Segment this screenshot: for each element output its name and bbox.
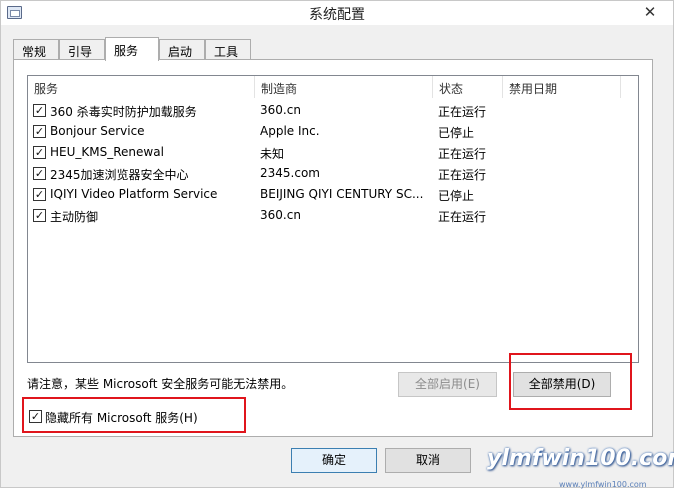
service-status: 正在运行	[438, 168, 487, 182]
service-checkbox[interactable]: ✓	[33, 167, 46, 180]
service-status: 正在运行	[438, 105, 487, 119]
service-vendor: 未知	[260, 147, 285, 161]
service-checkbox[interactable]: ✓	[33, 209, 46, 222]
service-checkbox[interactable]: ✓	[33, 125, 46, 138]
tab-startup[interactable]: 启动	[159, 39, 205, 60]
service-checkbox[interactable]: ✓	[33, 104, 46, 117]
watermark-text: ylmfwin100.com	[487, 446, 674, 471]
list-header: 服务 制造商 状态 禁用日期	[28, 76, 638, 98]
service-vendor: Apple Inc.	[260, 124, 320, 138]
close-button[interactable]: ✕	[633, 1, 667, 23]
service-vendor: 360.cn	[260, 208, 301, 222]
table-row[interactable]: ✓ 360 杀毒实时防护加载服务 360.cn 正在运行	[28, 100, 638, 121]
service-name: Bonjour Service	[50, 124, 145, 138]
service-name: 主动防御	[50, 210, 99, 224]
watermark-subtext: www.ylmfwin100.com	[559, 480, 647, 489]
table-row[interactable]: ✓ 主动防御 360.cn 正在运行	[28, 205, 638, 226]
table-row[interactable]: ✓ 2345加速浏览器安全中心 2345.com 正在运行	[28, 163, 638, 184]
service-checkbox[interactable]: ✓	[33, 146, 46, 159]
ok-button[interactable]: 确定	[291, 448, 377, 473]
services-list[interactable]: 服务 制造商 状态 禁用日期 ✓ 360 杀毒实时防护加载服务 360.cn 正…	[27, 75, 639, 363]
service-vendor: BEIJING QIYI CENTURY SC...	[260, 187, 424, 201]
service-name: IQIYI Video Platform Service	[50, 187, 218, 201]
cancel-button[interactable]: 取消	[385, 448, 471, 473]
table-row[interactable]: ✓ HEU_KMS_Renewal 未知 正在运行	[28, 142, 638, 163]
service-status: 已停止	[438, 189, 475, 203]
service-name: HEU_KMS_Renewal	[50, 145, 164, 159]
tab-general[interactable]: 常规	[13, 39, 59, 60]
tab-services[interactable]: 服务	[105, 37, 159, 61]
watermark-logo: ylmfwin100.com www.ylmfwin100.com	[487, 445, 674, 489]
system-config-window: 系统配置 ✕ 常规 引导 服务 启动 工具 服务 制造商 状态 禁用日期 ✓ 3…	[0, 0, 674, 489]
column-header-disabled-date[interactable]: 禁用日期	[503, 76, 621, 98]
highlight-box-hide-ms	[22, 397, 246, 433]
service-status: 正在运行	[438, 147, 487, 161]
enable-all-button[interactable]: 全部启用(E)	[398, 372, 497, 397]
table-row[interactable]: ✓ Bonjour Service Apple Inc. 已停止	[28, 121, 638, 142]
highlight-box-disable-all	[509, 353, 632, 410]
service-vendor: 360.cn	[260, 103, 301, 117]
security-note: 请注意，某些 Microsoft 安全服务可能无法禁用。	[27, 377, 294, 391]
title-bar: 系统配置 ✕	[1, 1, 673, 25]
service-name: 2345加速浏览器安全中心	[50, 168, 189, 182]
tab-tools[interactable]: 工具	[205, 39, 251, 60]
tab-boot[interactable]: 引导	[59, 39, 105, 60]
service-checkbox[interactable]: ✓	[33, 188, 46, 201]
table-row[interactable]: ✓ IQIYI Video Platform Service BEIJING Q…	[28, 184, 638, 205]
service-vendor: 2345.com	[260, 166, 320, 180]
window-title: 系统配置	[309, 7, 365, 23]
column-header-service[interactable]: 服务	[28, 76, 255, 98]
service-status: 正在运行	[438, 210, 487, 224]
column-header-status[interactable]: 状态	[433, 76, 503, 98]
service-name: 360 杀毒实时防护加载服务	[50, 105, 197, 119]
column-header-vendor[interactable]: 制造商	[255, 76, 433, 98]
service-status: 已停止	[438, 126, 475, 140]
